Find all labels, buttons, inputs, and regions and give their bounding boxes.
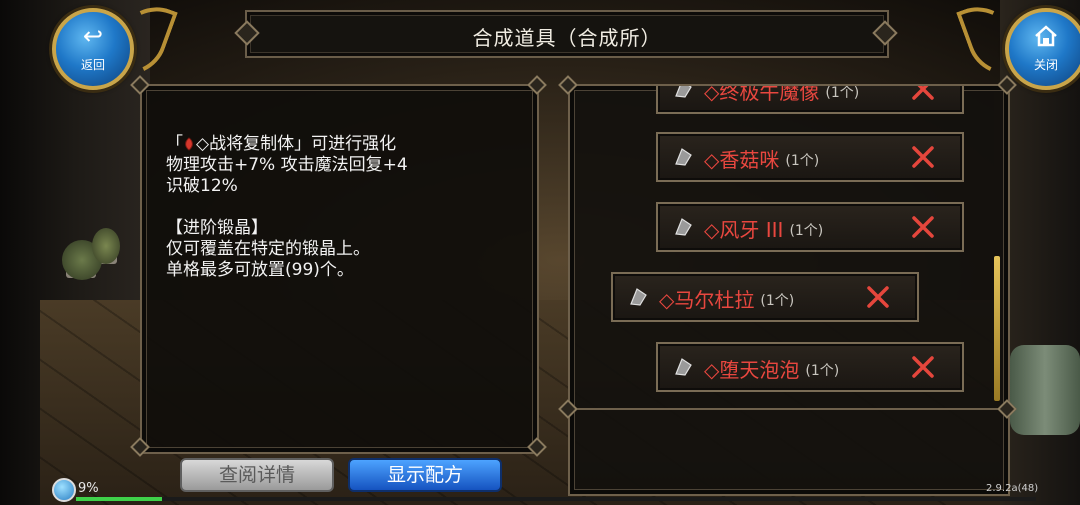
game-screen: 合成道具（合成所） ↩ 返回 关闭 「 ◇战将复制体」可进行强化 物理攻击+7% … [0,0,1080,505]
scene-barrel [1010,345,1080,435]
item-count: (1个) [805,363,840,379]
title-bar: 合成道具（合成所） [245,10,889,58]
version-label: 2.9.2a(48) [986,483,1039,494]
back-label: 返回 [80,58,105,72]
description-line: 单格最多可放置(99)个。 [166,260,354,280]
description-line: 物理攻击+7% 攻击魔法回复+4 [166,155,408,175]
close-button[interactable]: 关闭 [1005,8,1080,90]
progress-fill [76,497,163,501]
page-title: 合成道具（合成所） [472,26,662,50]
list-item-selected[interactable]: ◇马尔杜拉 (1个) [611,272,919,322]
item-count: (1个) [825,86,860,101]
crystal-icon [630,288,647,306]
remove-x-icon[interactable] [908,142,938,172]
home-icon [1009,24,1080,52]
item-description: 「 ◇战将复制体」可进行强化 物理攻击+7% 攻击魔法回复+4 识破12% 【进阶… [166,134,516,281]
panel-divider [568,408,1008,410]
bracket-open: 「 [166,134,183,154]
show-recipe-button[interactable]: 显示配方 [348,458,502,492]
item-description-panel: 「 ◇战将复制体」可进行强化 物理攻击+7% 攻击魔法回复+4 识破12% 【进阶… [140,84,539,454]
item-count: (1个) [789,223,824,239]
crystal-icon [675,218,692,236]
description-line: 仅可覆盖在特定的锻晶上。 [166,239,370,259]
item-name: ◇堕天泡泡 [704,358,800,382]
scene-plant [92,228,120,264]
item-name: ◇战将复制体 [196,134,295,154]
description-line: 识破12% [166,176,238,196]
selected-items-panel: ◇终极牛魔像 (1个) ◇香菇咪 (1个) ◇风牙 III (1个) ◇马尔杜拉 (1个… [568,84,1010,496]
list-item[interactable]: ◇风牙 III (1个) [656,202,964,252]
remove-x-icon[interactable] [908,86,938,104]
item-count: (1个) [760,293,795,309]
status-percent: 9% [78,481,99,496]
item-name: ◇香菇咪 [704,148,780,172]
description-line: 【进阶锻晶】 [166,218,268,238]
view-detail-button[interactable]: 查阅详情 [180,458,334,492]
item-count: (1个) [785,153,820,169]
back-button[interactable]: ↩ 返回 [52,8,134,90]
crystal-icon [675,148,692,166]
description-line: 「 ◇战将复制体」可进行强化 [166,134,516,155]
red-crystal-icon [185,137,193,151]
item-list[interactable]: ◇终极牛魔像 (1个) ◇香菇咪 (1个) ◇风牙 III (1个) ◇马尔杜拉 (1个… [570,86,1008,408]
list-item[interactable]: ◇终极牛魔像 (1个) [656,86,964,114]
item-name: ◇终极牛魔像 [704,86,820,104]
progress-bar [76,497,1036,501]
list-item[interactable]: ◇堕天泡泡 (1个) [656,342,964,392]
close-label: 关闭 [1033,58,1058,72]
list-item[interactable]: ◇香菇咪 (1个) [656,132,964,182]
remove-x-icon[interactable] [908,352,938,382]
network-status-icon [52,478,76,502]
remove-x-icon[interactable] [908,212,938,242]
crystal-icon [675,358,692,376]
description-text: 」可进行强化 [294,134,397,154]
back-arrow-icon: ↩ [82,22,104,50]
item-name: ◇风牙 III [704,218,784,242]
crystal-icon [675,86,692,98]
item-name: ◇马尔杜拉 [659,288,755,312]
remove-x-icon[interactable] [863,282,893,312]
scrollbar-thumb[interactable] [994,256,1000,401]
